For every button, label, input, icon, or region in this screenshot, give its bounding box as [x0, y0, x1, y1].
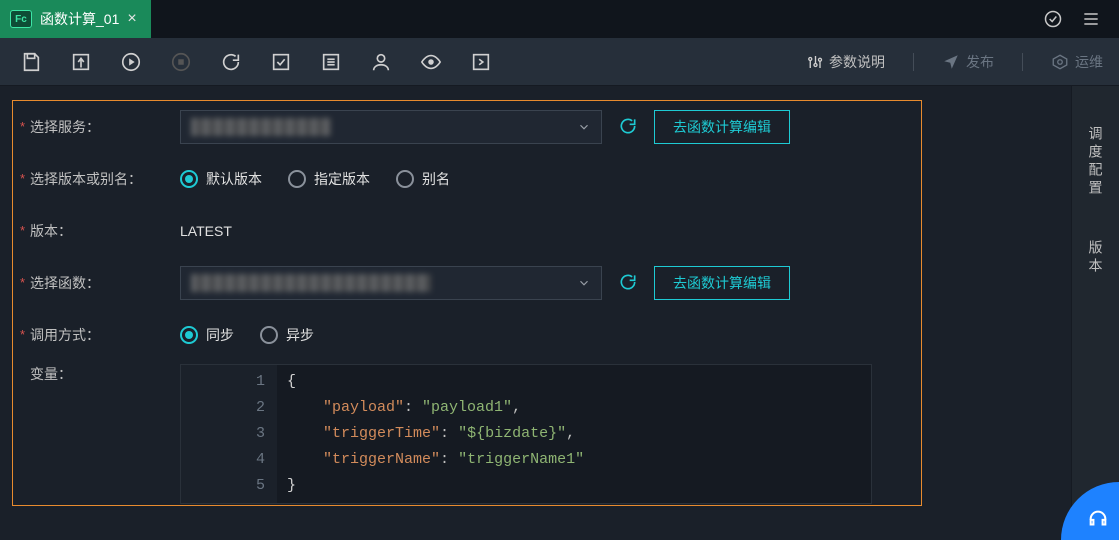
refresh-service-icon[interactable] — [618, 116, 638, 139]
json-editor[interactable]: 1 2 3 4 5 { "payload": "payload1", "trig… — [180, 364, 872, 504]
list-icon[interactable] — [320, 51, 342, 73]
label-version: 版本： — [20, 221, 180, 241]
upload-icon[interactable] — [70, 51, 92, 73]
side-tab-schedule[interactable]: 调度配置 — [1086, 126, 1106, 198]
editor-code[interactable]: { "payload": "payload1", "triggerTime": … — [277, 365, 871, 503]
tab-active[interactable]: Fc 函数计算_01 × — [0, 0, 151, 38]
radio-specific-label: 指定版本 — [314, 169, 370, 189]
radio-sync[interactable]: 同步 — [180, 325, 234, 345]
label-select-function: 选择函数： — [20, 273, 180, 293]
ops-label: 运维 — [1075, 52, 1103, 72]
radio-alias[interactable]: 别名 — [396, 169, 450, 189]
radio-async-label: 异步 — [286, 325, 314, 345]
edit-service-button[interactable]: 去函数计算编辑 — [654, 110, 790, 144]
headset-icon — [1087, 508, 1109, 530]
chevron-down-icon — [577, 276, 591, 290]
form-zone: 选择服务： 去函数计算编辑 选择版本或别名： 默认版本 指定版本 别名 版本： — [0, 86, 1071, 540]
radio-default-version[interactable]: 默认版本 — [180, 169, 262, 189]
version-value: LATEST — [180, 223, 232, 239]
label-variables: 变量： — [20, 364, 180, 384]
run-icon[interactable] — [120, 51, 142, 73]
editor-gutter: 1 2 3 4 5 — [181, 365, 277, 503]
toolbar: 参数说明 发布 运维 — [0, 38, 1119, 86]
label-invoke-mode: 调用方式： — [20, 325, 180, 345]
stop-icon — [170, 51, 192, 73]
eye-icon[interactable] — [420, 51, 442, 73]
hamburger-menu-icon[interactable] — [1081, 9, 1101, 29]
line-no: 2 — [181, 395, 265, 421]
publish-label: 发布 — [966, 52, 994, 72]
edit-function-button[interactable]: 去函数计算编辑 — [654, 266, 790, 300]
line-no: 3 — [181, 421, 265, 447]
radio-sync-label: 同步 — [206, 325, 234, 345]
tab-close-icon[interactable]: × — [127, 10, 136, 28]
sync-status-icon[interactable] — [1043, 9, 1063, 29]
save-icon[interactable] — [20, 51, 42, 73]
chevron-down-icon — [577, 120, 591, 134]
fc-badge: Fc — [10, 10, 32, 28]
params-desc-button[interactable]: 参数说明 — [805, 52, 885, 72]
radio-default-label: 默认版本 — [206, 169, 262, 189]
side-tab-version[interactable]: 版本 — [1086, 240, 1106, 276]
redacted-value — [191, 118, 331, 136]
label-select-version-alias: 选择版本或别名： — [20, 169, 180, 189]
tab-bar: Fc 函数计算_01 × — [0, 0, 1119, 38]
separator — [1022, 53, 1023, 71]
user-icon[interactable] — [370, 51, 392, 73]
ops-button[interactable]: 运维 — [1051, 52, 1103, 72]
radio-async[interactable]: 异步 — [260, 325, 314, 345]
service-select[interactable] — [180, 110, 602, 144]
separator — [913, 53, 914, 71]
redacted-value — [191, 274, 431, 292]
refresh-function-icon[interactable] — [618, 272, 638, 295]
checkbox-icon[interactable] — [270, 51, 292, 73]
reload-icon[interactable] — [220, 51, 242, 73]
export-icon[interactable] — [470, 51, 492, 73]
line-no: 5 — [181, 473, 265, 499]
side-panel: 调度配置 版本 — [1071, 86, 1119, 540]
params-desc-label: 参数说明 — [829, 52, 885, 72]
radio-alias-label: 别名 — [422, 169, 450, 189]
tab-title: 函数计算_01 — [40, 9, 119, 29]
function-select[interactable] — [180, 266, 602, 300]
line-no: 1 — [181, 369, 265, 395]
label-select-service: 选择服务： — [20, 117, 180, 137]
main-area: 选择服务： 去函数计算编辑 选择版本或别名： 默认版本 指定版本 别名 版本： — [0, 86, 1119, 540]
line-no: 4 — [181, 447, 265, 473]
publish-button[interactable]: 发布 — [942, 52, 994, 72]
radio-specific-version[interactable]: 指定版本 — [288, 169, 370, 189]
